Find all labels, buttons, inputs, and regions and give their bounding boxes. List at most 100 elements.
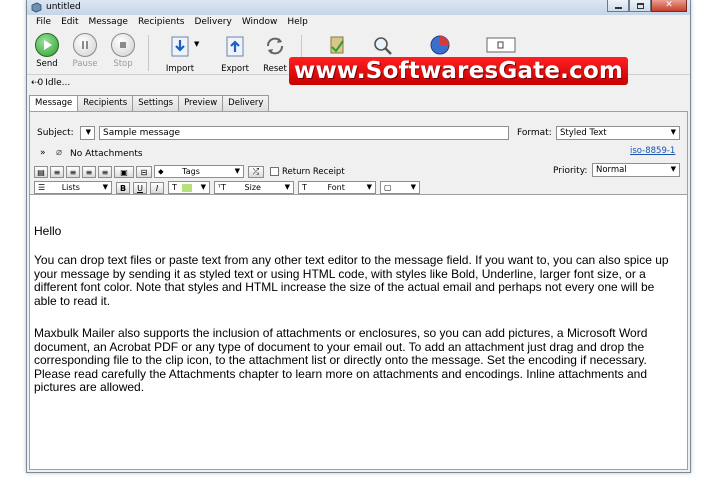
chevron-down-icon: ▼ <box>85 128 91 136</box>
status-text: Idle... <box>45 78 71 88</box>
return-receipt-checkbox[interactable] <box>270 167 279 176</box>
maximize-icon <box>636 2 644 9</box>
reset-icon <box>267 37 283 55</box>
justify-icon: ≡ <box>101 167 109 177</box>
bold-button[interactable]: B <box>116 182 130 194</box>
message-editor[interactable]: Hello You can drop text files or paste t… <box>30 194 687 469</box>
tab-message[interactable]: Message <box>29 95 79 112</box>
format-label: Format: <box>517 128 552 138</box>
paperclip-icon[interactable]: ⌀ <box>56 147 62 158</box>
font-size-icon: ᵀT <box>218 183 226 192</box>
align-center-button[interactable]: ≡ <box>66 166 80 178</box>
export-label: Export <box>221 64 249 74</box>
tag-icon: ⬥ <box>158 167 164 176</box>
menu-window[interactable]: Window <box>237 15 283 31</box>
tab-settings[interactable]: Settings <box>132 95 180 111</box>
image-icon: ▣ <box>120 167 128 177</box>
stop-button[interactable]: Stop <box>104 33 142 69</box>
title-bar[interactable]: untitled ✕ <box>27 0 690 15</box>
format-select[interactable]: Styled Text ▼ <box>556 126 680 140</box>
lists-select[interactable]: ☰ Lists ▼ <box>34 181 112 194</box>
chevron-down-icon: ▼ <box>366 183 372 191</box>
app-window: untitled ✕ File Edit Message Recipients … <box>26 0 691 473</box>
toolbar-separator <box>148 35 149 71</box>
menu-edit[interactable]: Edit <box>56 15 83 31</box>
priority-label: Priority: <box>553 166 588 176</box>
stop-label: Stop <box>113 59 133 69</box>
menu-recipients[interactable]: Recipients <box>133 15 190 31</box>
align-center-icon: ≡ <box>69 167 77 177</box>
close-icon: ✕ <box>665 0 673 10</box>
tab-delivery[interactable]: Delivery <box>222 95 270 111</box>
new-note-button[interactable]: ▤ <box>34 166 48 178</box>
text-color-icon: T <box>172 183 177 192</box>
font-icon: T <box>302 183 307 192</box>
note-icon: ▤ <box>37 167 45 177</box>
subject-input[interactable]: Sample message <box>99 126 509 140</box>
minimize-button[interactable] <box>607 0 629 12</box>
shuffle-icon: ⤮ <box>252 167 260 176</box>
export-button[interactable]: Export <box>216 33 254 74</box>
menu-file[interactable]: File <box>31 15 56 31</box>
italic-button[interactable]: I <box>150 182 164 194</box>
menu-delivery[interactable]: Delivery <box>189 15 236 31</box>
send-button[interactable]: Send <box>28 33 66 69</box>
underline-button[interactable]: U <box>133 182 147 194</box>
chevron-down-icon: ▼ <box>200 183 206 191</box>
return-receipt-label: Return Receipt <box>282 167 345 177</box>
chevron-down-icon: ▼ <box>670 128 676 136</box>
minimize-icon <box>614 6 622 9</box>
insert-image-button[interactable]: ▣ <box>114 166 134 178</box>
format-value: Styled Text <box>560 128 607 138</box>
lists-label: Lists <box>61 183 80 192</box>
pause-label: Pause <box>72 59 98 69</box>
chevron-down-icon: ▼ <box>410 183 416 191</box>
paragraph-style-select[interactable]: ▢ ▼ <box>380 181 420 194</box>
tab-bar: Message Recipients Settings Preview Deli… <box>29 95 270 112</box>
window-title: untitled <box>46 2 81 12</box>
tags-label: Tags <box>182 167 200 176</box>
close-button[interactable]: ✕ <box>651 0 687 12</box>
watermark-banner: www.SoftwaresGate.com <box>289 57 629 85</box>
subject-history-dropdown[interactable]: ▼ <box>80 126 95 140</box>
maximize-button[interactable] <box>629 0 651 12</box>
send-label: Send <box>36 59 58 69</box>
color-swatch <box>182 183 193 192</box>
shuffle-button[interactable]: ⤮ <box>248 166 264 178</box>
menu-bar: File Edit Message Recipients Delivery Wi… <box>27 15 690 31</box>
pause-icon <box>73 33 97 57</box>
align-left-button[interactable]: ≡ <box>50 166 64 178</box>
menu-message[interactable]: Message <box>84 15 133 31</box>
body-paragraph-2: Maxbulk Mailer also supports the inclusi… <box>34 326 648 394</box>
pie-chart-icon <box>430 35 450 55</box>
collapse-icon[interactable]: » <box>40 148 46 158</box>
chevron-down-icon: ▼ <box>284 183 290 191</box>
tags-select[interactable]: ⬥ Tags ▼ <box>154 165 244 178</box>
justify-button[interactable]: ≡ <box>98 166 112 178</box>
status-line: ⇠0 Idle... <box>31 78 70 88</box>
pause-button[interactable]: Pause <box>66 33 104 69</box>
subject-label: Subject: <box>37 128 74 138</box>
priority-select[interactable]: Normal ▼ <box>592 163 680 177</box>
font-label: Font <box>327 183 345 192</box>
app-icon <box>31 2 42 13</box>
priority-value: Normal <box>596 165 627 175</box>
size-label: Size <box>244 183 261 192</box>
import-label: Import <box>165 64 195 74</box>
merge-button[interactable]: ⊟ <box>136 166 152 178</box>
align-right-icon: ≡ <box>85 167 93 177</box>
size-select[interactable]: ᵀT Size ▼ <box>214 181 294 194</box>
tab-preview[interactable]: Preview <box>178 95 224 111</box>
list-icon: ☰ <box>38 183 46 192</box>
menu-help[interactable]: Help <box>282 15 313 31</box>
import-dropdown-icon[interactable]: ▼ <box>194 40 199 48</box>
align-right-button[interactable]: ≡ <box>82 166 96 178</box>
page-icon: ▢ <box>384 183 392 192</box>
tab-recipients[interactable]: Recipients <box>77 95 134 111</box>
log-icon <box>486 37 516 53</box>
chevron-down-icon: ▼ <box>670 165 676 173</box>
align-left-icon: ≡ <box>53 167 61 177</box>
encoding-link[interactable]: iso-8859-1 <box>630 146 675 156</box>
font-select[interactable]: T Font ▼ <box>298 181 376 194</box>
text-color-picker[interactable]: T ▼ <box>168 181 210 194</box>
